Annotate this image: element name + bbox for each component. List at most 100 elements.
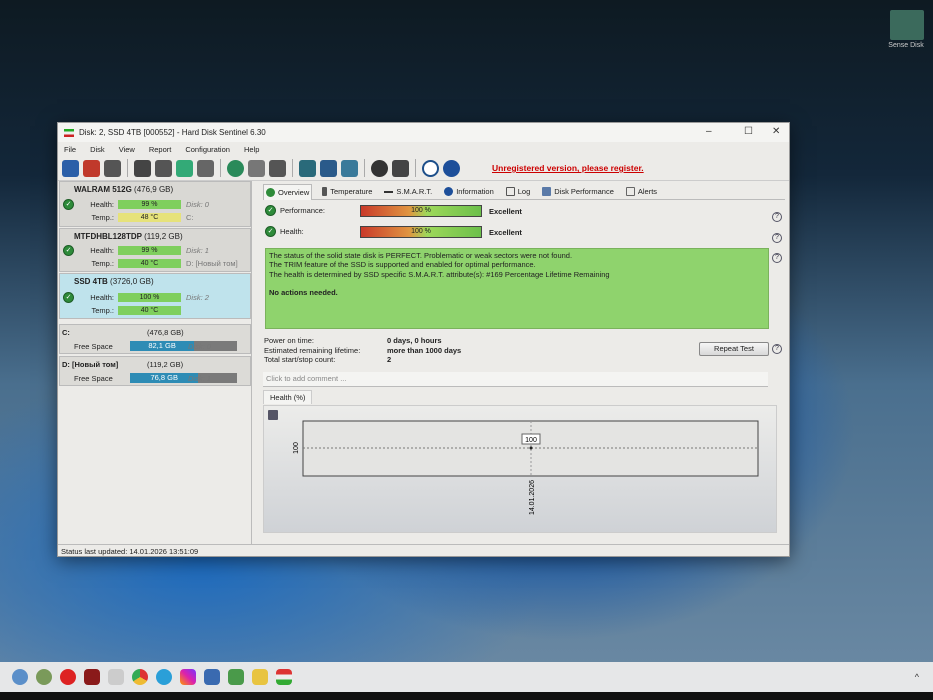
info-icon[interactable]: [443, 159, 460, 177]
computer-icon[interactable]: [269, 159, 286, 177]
tab-log[interactable]: Log: [504, 187, 533, 196]
status-line: The health is determined by SSD specific…: [269, 269, 610, 279]
chrome-icon[interactable]: [132, 669, 148, 685]
health-chart: 100 100 14.01.2026: [263, 405, 777, 533]
disk-name: WALRAM 512G: [74, 185, 132, 194]
temp-bar: 48 °C: [118, 213, 181, 222]
disk-test-icon[interactable]: [155, 159, 172, 177]
app-icon[interactable]: [36, 669, 52, 685]
startstop-label: Total start/stop count:: [264, 355, 336, 364]
app-icon[interactable]: [228, 669, 244, 685]
widgets-icon[interactable]: [12, 669, 28, 685]
free-space-label: Free Space: [74, 374, 113, 383]
help-icon[interactable]: ?: [772, 344, 782, 354]
partition-name: D: [Новый том]: [62, 360, 119, 369]
desktop-shortcut-icon[interactable]: [890, 10, 924, 40]
tab-disk-performance[interactable]: Disk Performance: [540, 187, 616, 196]
lifetime-label: Estimated remaining lifetime:: [264, 345, 361, 355]
app-icon: [64, 128, 74, 137]
globe-icon[interactable]: [227, 159, 244, 177]
separator: [364, 159, 365, 177]
startstop-value: 2: [387, 355, 392, 364]
check-icon: ✓: [265, 226, 276, 237]
check-icon: ✓: [265, 205, 276, 216]
help-icon[interactable]: [422, 159, 439, 177]
repeat-test-button[interactable]: Repeat Test: [699, 342, 769, 356]
performance-label: Performance:: [280, 206, 326, 215]
disk-card-selected[interactable]: SSD 4TB (3726,0 GB) ✓ Health: 100 % Disk…: [59, 273, 251, 319]
gear-icon[interactable]: [371, 159, 388, 177]
report-icon[interactable]: [299, 159, 316, 177]
chart-icon: [542, 187, 552, 196]
email-icon[interactable]: [320, 159, 337, 177]
disk-list-panel: WALRAM 512G (476,9 GB) ✓ Health: 99 % Di…: [58, 181, 252, 544]
disk-number: Disk: 0: [186, 200, 209, 209]
screen-bezel: [0, 692, 933, 700]
performance-rating: Excellent: [489, 207, 522, 216]
disk-icon[interactable]: [134, 159, 151, 177]
hard-disk-sentinel-icon[interactable]: [276, 669, 292, 685]
partition-c[interactable]: C: (476,8 GB) Free Space 82,1 GB Disk: 0: [59, 324, 251, 354]
menu-configuration[interactable]: Configuration: [185, 145, 230, 154]
tools-icon[interactable]: [248, 159, 265, 177]
file-explorer-icon[interactable]: [252, 669, 268, 685]
check-icon: ✓: [63, 292, 74, 303]
free-space-label: Free Space: [74, 342, 113, 351]
desktop-shortcut-label: Sense Disk: [888, 42, 924, 49]
check-icon: ✓: [63, 245, 74, 256]
separator: [415, 159, 416, 177]
chart-svg: 100 100 14.01.2026: [293, 420, 759, 515]
status-bar: Status last updated: 14.01.2026 13:51:09: [58, 544, 789, 558]
tab-smart[interactable]: S.M.A.R.T.: [382, 187, 434, 196]
instagram-icon[interactable]: [180, 669, 196, 685]
sound-icon[interactable]: [392, 159, 409, 177]
tab-temperature[interactable]: Temperature: [320, 187, 374, 196]
comment-field[interactable]: Click to add comment ...: [263, 372, 768, 387]
notepad-icon[interactable]: [108, 669, 124, 685]
tab-overview[interactable]: Overview: [263, 183, 313, 200]
menu-view[interactable]: View: [119, 145, 135, 154]
telegram-icon[interactable]: [156, 669, 172, 685]
refresh-icon[interactable]: [62, 159, 79, 177]
document-icon: [505, 187, 515, 196]
unregistered-link[interactable]: Unregistered version, please register.: [492, 163, 644, 173]
app-icon[interactable]: [204, 669, 220, 685]
power-on-value: 0 days, 0 hours: [387, 336, 442, 345]
tab-label: S.M.A.R.T.: [396, 187, 433, 196]
separator: [292, 159, 293, 177]
temp-bar: 40 °C: [118, 306, 181, 315]
disk-card[interactable]: MTFDHBL128TDP (119,2 GB) ✓ Health: 99 % …: [59, 228, 251, 272]
disk-ok-icon[interactable]: [176, 159, 193, 177]
app-icon[interactable]: [84, 669, 100, 685]
tab-information[interactable]: Information: [442, 187, 496, 196]
menu-report[interactable]: Report: [149, 145, 172, 154]
disk-name: MTFDHBL128TDP: [74, 232, 142, 241]
menu-file[interactable]: File: [64, 145, 76, 154]
status-description: The status of the solid state disk is PE…: [265, 248, 769, 329]
tray-chevron-icon[interactable]: ^: [915, 672, 919, 682]
menu-help[interactable]: Help: [244, 145, 259, 154]
free-space-bar: 82,1 GB: [130, 341, 237, 351]
separator: [220, 159, 221, 177]
disk-card[interactable]: WALRAM 512G (476,9 GB) ✓ Health: 99 % Di…: [59, 181, 251, 227]
tab-alerts[interactable]: Alerts: [624, 187, 659, 196]
opera-icon[interactable]: [60, 669, 76, 685]
info-labels: Power on time: Estimated remaining lifet…: [264, 336, 360, 365]
menu-disk[interactable]: Disk: [90, 145, 105, 154]
refresh-all-icon[interactable]: [83, 159, 100, 177]
y-tick-label: 100: [293, 442, 300, 454]
disk-search-icon[interactable]: [197, 159, 214, 177]
maximize-button[interactable]: ☐: [744, 126, 753, 137]
x-tick-label: 14.01.2026: [529, 480, 536, 515]
network-icon[interactable]: [341, 159, 358, 177]
help-icon[interactable]: ?: [772, 212, 782, 222]
disk-number: Disk: 1: [186, 246, 209, 255]
close-button[interactable]: ✕: [772, 126, 780, 137]
taskbar: ^: [0, 662, 933, 692]
partition-d[interactable]: D: [Новый том] (119,2 GB) Free Space 76,…: [59, 356, 251, 386]
disk-list-icon[interactable]: [104, 159, 121, 177]
chart-tab-health[interactable]: Health (%): [263, 390, 313, 404]
minimize-button[interactable]: –: [706, 126, 712, 137]
help-icon[interactable]: ?: [772, 253, 782, 263]
help-icon[interactable]: ?: [772, 233, 782, 243]
